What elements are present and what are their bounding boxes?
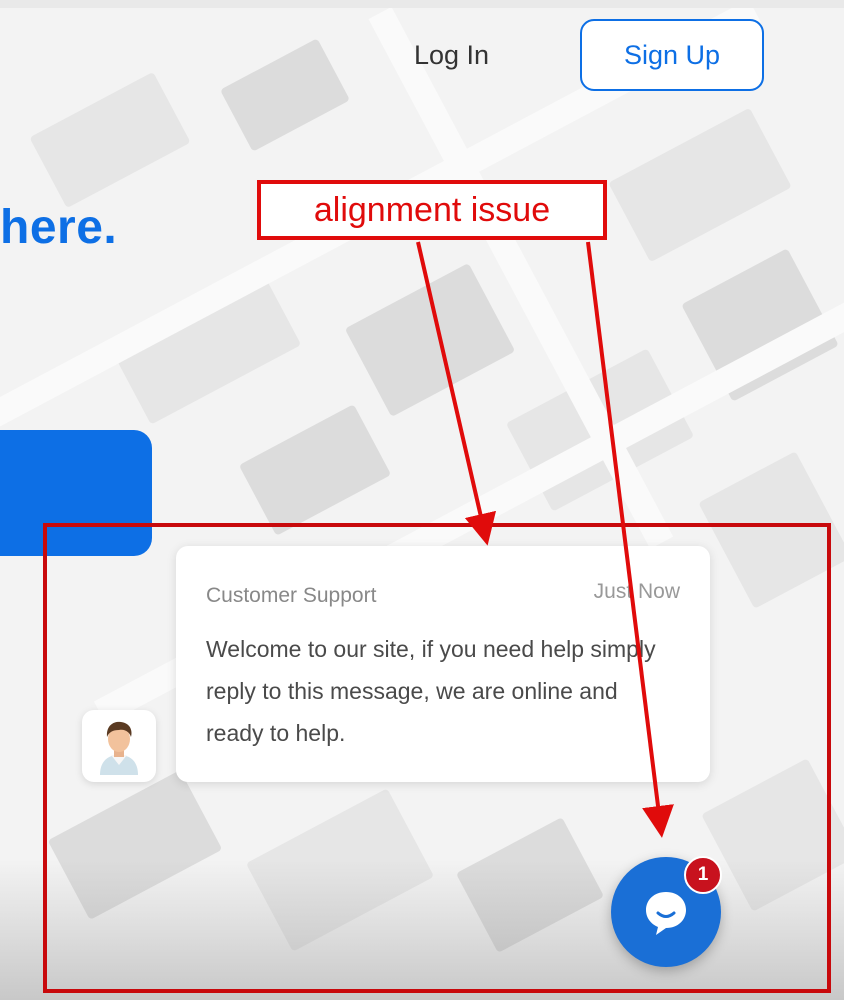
unread-count-badge: 1 <box>684 856 722 894</box>
hero-cta-button-fragment[interactable] <box>0 430 152 556</box>
chat-timestamp: Just Now <box>593 580 680 603</box>
chat-sender-name: Customer Support <box>206 584 377 607</box>
login-link[interactable]: Log In <box>414 40 489 71</box>
chat-bubble-icon <box>646 892 686 935</box>
hero-headline-fragment: here. <box>0 201 118 254</box>
chat-message-card[interactable]: Customer Support Just Now Welcome to our… <box>176 546 710 782</box>
annotation-label: alignment issue <box>257 180 607 240</box>
user-avatar-icon <box>82 710 156 782</box>
signup-button[interactable]: Sign Up <box>580 19 764 91</box>
top-edge <box>0 0 844 8</box>
chat-message-text: Welcome to our site, if you need help si… <box>206 636 656 746</box>
